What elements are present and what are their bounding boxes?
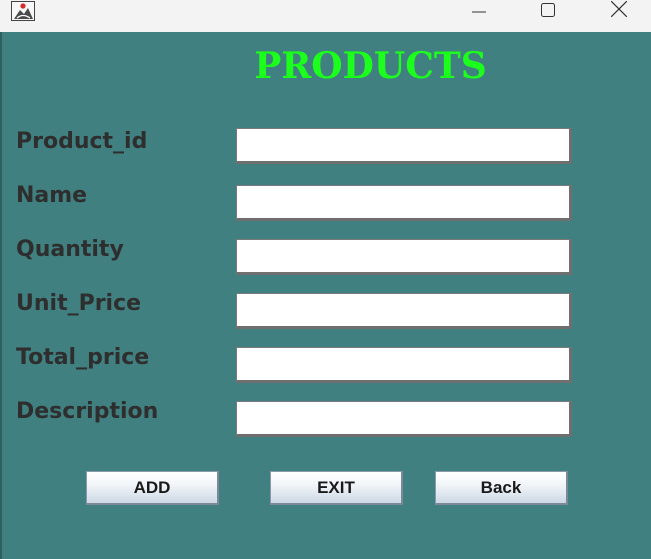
total-price-input[interactable] bbox=[236, 347, 572, 383]
total-price-label: Total_price bbox=[16, 345, 150, 370]
quantity-label: Quantity bbox=[16, 237, 124, 262]
exit-button[interactable]: EXIT bbox=[270, 471, 403, 505]
minimize-button[interactable] bbox=[456, 0, 502, 22]
product-id-input[interactable] bbox=[236, 128, 572, 164]
add-button[interactable]: ADD bbox=[86, 471, 219, 505]
name-label: Name bbox=[16, 183, 88, 208]
back-button[interactable]: Back bbox=[435, 471, 568, 505]
maximize-button[interactable] bbox=[525, 0, 571, 22]
quantity-input[interactable] bbox=[236, 239, 572, 275]
description-input[interactable] bbox=[236, 401, 572, 437]
close-icon bbox=[610, 0, 628, 21]
unit-price-input[interactable] bbox=[236, 293, 572, 329]
name-input[interactable] bbox=[236, 185, 572, 221]
window-titlebar bbox=[0, 0, 651, 32]
close-button[interactable] bbox=[596, 0, 642, 22]
maximize-icon bbox=[541, 2, 555, 21]
unit-price-label: Unit_Price bbox=[16, 291, 142, 316]
description-label: Description bbox=[16, 399, 159, 424]
product-id-label: Product_id bbox=[16, 129, 148, 154]
java-app-icon[interactable] bbox=[11, 1, 35, 21]
page-title: PRODUCTS bbox=[254, 45, 487, 87]
minimize-icon bbox=[472, 2, 486, 21]
